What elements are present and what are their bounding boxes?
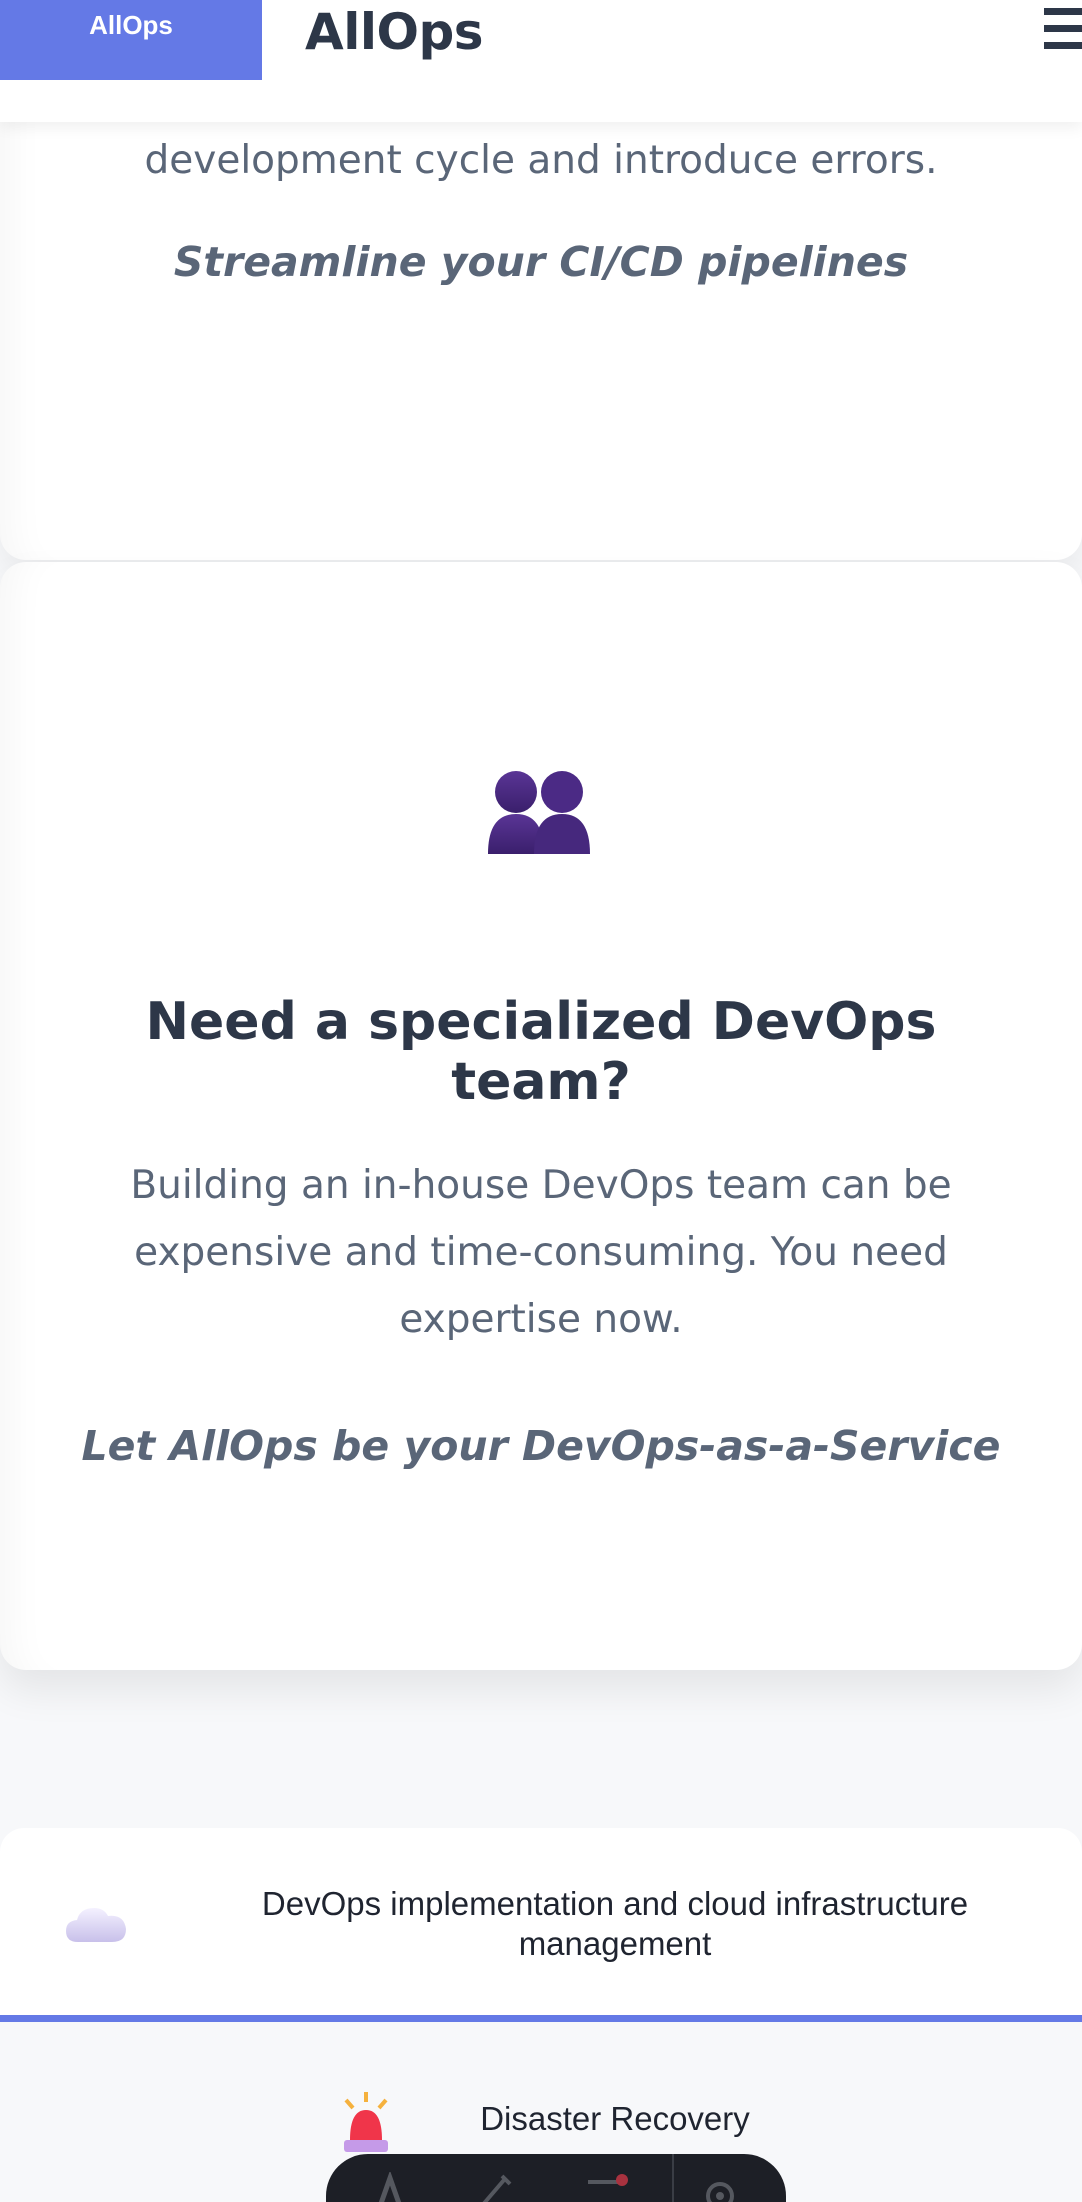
logo-badge[interactable]: AllOps [0,0,262,80]
devops-team-text: Building an in-house DevOps team can be … [130,1163,952,1342]
cloud-icon [66,1908,126,1942]
site-header: AllOps AllOps [0,0,1082,122]
brand-name[interactable]: AllOps [305,0,484,64]
feature-label-cloud[interactable]: DevOps implementation and cloud infrastr… [225,1884,1005,1964]
dock-divider [672,2154,674,2202]
text-icon[interactable] [370,2172,410,2202]
devops-team-card: Need a specialized DevOps team? Building… [0,562,1082,1670]
pen-icon[interactable] [474,2172,514,2202]
two-people-silhouette-icon [488,771,590,854]
devops-team-title: Need a specialized DevOps team? [145,992,937,1112]
hamburger-menu-icon[interactable] [1044,4,1082,54]
slider-icon[interactable] [588,2172,628,2202]
feature-label-disaster-recovery[interactable]: Disaster Recovery [225,2099,1005,2139]
ci-cd-card-tagline: Streamline your CI/CD pipelines [173,238,909,286]
devops-team-tagline: Let AllOps be your DevOps-as-a-Service [81,1422,1001,1470]
floating-dock[interactable] [326,2154,786,2202]
settings-gear-icon[interactable] [700,2172,740,2202]
